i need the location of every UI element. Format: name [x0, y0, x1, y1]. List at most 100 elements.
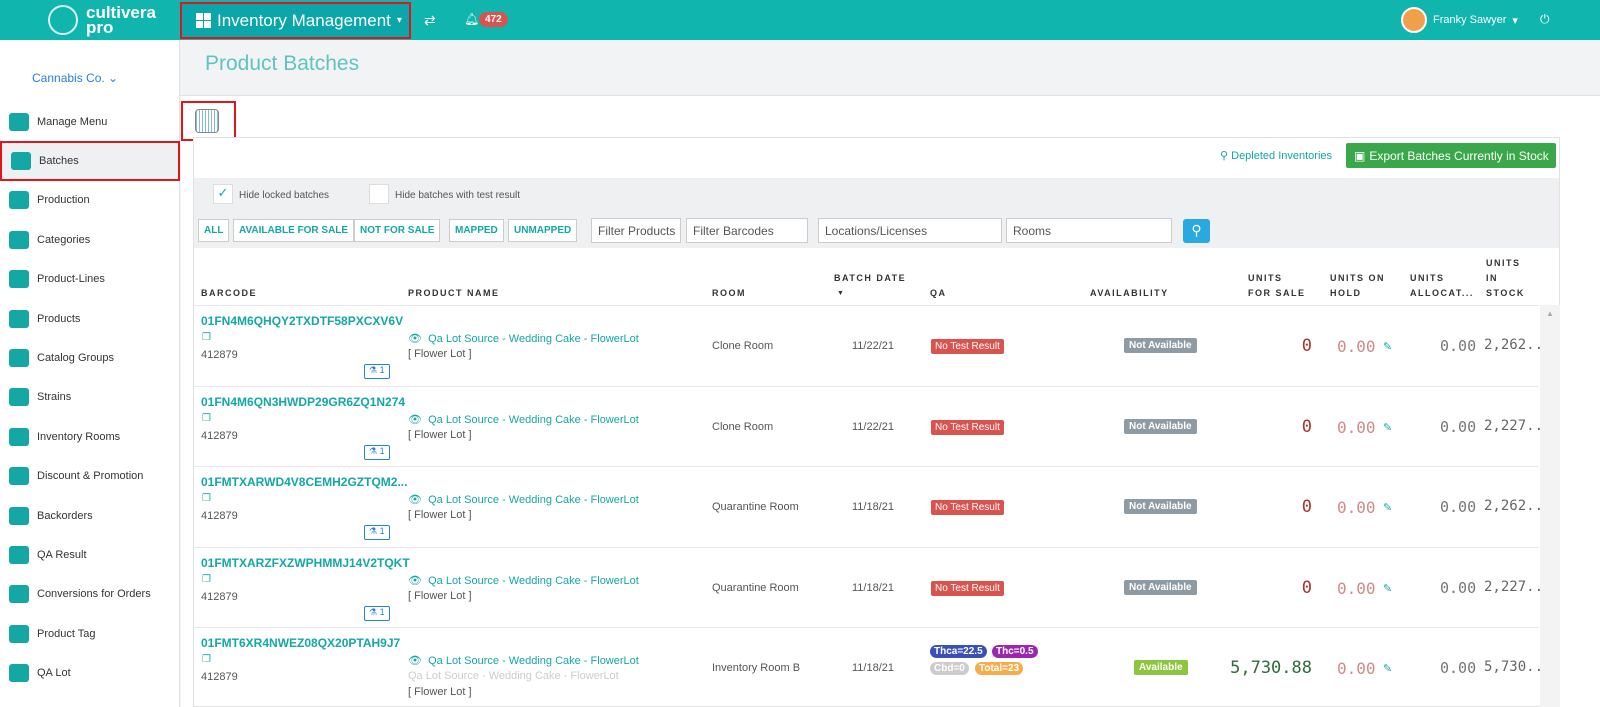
table-row[interactable]: 01FMTXARZFXZWPHMMJ14V2TQKT ❐ 412879 ⚗ 1 👁︎…: [194, 546, 1560, 627]
hide-locked-label: Hide locked batches: [239, 190, 330, 201]
qa-count-button[interactable]: ⚗ 1: [364, 605, 390, 621]
column-header[interactable]: BARCODE: [201, 286, 257, 301]
pencil-icon[interactable]: ✎: [1383, 662, 1392, 675]
sidebar-item-conversions-for-orders[interactable]: Conversions for Orders: [0, 575, 180, 614]
units-for-sale: 0: [1301, 577, 1312, 598]
sidebar-item-catalog-groups[interactable]: Catalog Groups: [0, 338, 180, 377]
sidebar-item-strains[interactable]: Strains: [0, 378, 180, 417]
hide-locked-checkbox[interactable]: ✓: [213, 184, 233, 204]
bell-icon[interactable]: 🔔︎: [464, 12, 479, 26]
hide-tested-checkbox[interactable]: [369, 184, 389, 204]
batch-date: 11/18/21: [852, 501, 895, 513]
copy-icon[interactable]: ❐: [202, 413, 211, 424]
product-name-link[interactable]: 👁︎ Qa Lot Source - Wedding Cake - Flower…: [408, 654, 639, 667]
user-menu[interactable]: Franky Sawyer ▾: [1401, 7, 1518, 33]
notification-badge[interactable]: 472: [479, 12, 508, 27]
filter-not-for-sale-button[interactable]: NOT FOR SALE: [354, 219, 441, 242]
qa-count-button[interactable]: ⚗ 1: [364, 525, 390, 540]
copy-icon[interactable]: ❐: [202, 654, 211, 665]
table-row[interactable]: 01FMT6XR4NWEZ08QX20PTAH9J7 ❐ 412879 👁︎ Qa…: [194, 627, 1560, 707]
product-name-link[interactable]: 👁︎ Qa Lot Source - Wedding Cake - Flower…: [408, 332, 639, 345]
filter-available-button[interactable]: AVAILABLE FOR SALE: [233, 219, 355, 242]
power-icon[interactable]: ⏻: [1540, 12, 1550, 27]
module-label: Inventory Management: [217, 10, 391, 30]
qa-result-pill: Total=23: [975, 662, 1024, 675]
copy-icon[interactable]: ❐: [202, 493, 211, 504]
flask-icon: ⚗: [369, 526, 378, 536]
batch-date: 11/18/21: [852, 662, 895, 674]
product-name-link[interactable]: 👁︎ Qa Lot Source - Wedding Cake - Flower…: [408, 493, 639, 506]
barcode-link[interactable]: 01FN4M6QHQY2TXDTF58PXCXV6V: [201, 314, 403, 328]
pencil-icon[interactable]: ✎: [1383, 501, 1392, 514]
column-header[interactable]: BATCH DATE: [834, 271, 906, 286]
sidebar-item-categories[interactable]: Categories: [0, 220, 180, 259]
column-header[interactable]: UNITS ON HOLD: [1330, 271, 1390, 301]
filter-all-button[interactable]: ALL: [198, 219, 230, 242]
qa-result-pill: Cbd=0: [930, 662, 969, 675]
sort-desc-icon[interactable]: ▼: [837, 286, 845, 301]
barcode-link[interactable]: 01FMT6XR4NWEZ08QX20PTAH9J7: [201, 636, 400, 650]
filter-products-input[interactable]: Filter Products: [591, 218, 681, 243]
units-allocated: 0.00: [1440, 578, 1477, 597]
table-row[interactable]: 01FN4M6QN3HWDP29GR6ZQ1N274 ❐ 412879 ⚗ 1 👁︎…: [194, 385, 1560, 466]
sidebar-item-qa-result[interactable]: QA Result: [0, 535, 180, 574]
logo-icon: [48, 5, 78, 35]
rooms-select[interactable]: Rooms: [1006, 218, 1172, 243]
batch-date: 11/18/21: [852, 581, 895, 594]
sidebar-item-inventory-rooms[interactable]: Inventory Rooms: [0, 417, 180, 456]
availability-badge: Available: [1134, 660, 1188, 675]
export-button[interactable]: ▣ Export Batches Currently in Stock: [1346, 143, 1556, 168]
product-name-link[interactable]: 👁︎ Qa Lot Source - Wedding Cake - Flower…: [408, 413, 639, 426]
locations-select[interactable]: Locations/Licenses: [818, 218, 1002, 243]
sidebar-item-label: Product Tag: [37, 627, 96, 640]
sidebar-item-qa-lot[interactable]: QA Lot: [0, 653, 180, 692]
copy-icon[interactable]: ❐: [202, 332, 211, 343]
units-allocated: 0.00: [1440, 659, 1477, 677]
column-header[interactable]: UNITS IN STOCK: [1486, 256, 1531, 301]
product-name-link[interactable]: 👁︎ Qa Lot Source - Wedding Cake - Flower…: [408, 574, 639, 587]
barcode-scan-button[interactable]: [181, 101, 236, 141]
column-header[interactable]: UNITS FOR SALE: [1248, 271, 1308, 301]
filter-barcodes-input[interactable]: Filter Barcodes: [686, 218, 808, 243]
sidebar-item-batches[interactable]: Batches: [0, 141, 180, 181]
column-header[interactable]: UNITS ALLOCAT...: [1410, 271, 1480, 301]
sidebar-item-backorders[interactable]: Backorders: [0, 496, 180, 535]
qa-count-button[interactable]: ⚗ 1: [364, 364, 390, 379]
table-row[interactable]: 01FN4M6QHQY2TXDTF58PXCXV6V ❐ 412879 ⚗ 1 👁︎…: [194, 305, 1560, 385]
room: Inventory Room B: [712, 662, 801, 674]
sidebar-item-product-tag[interactable]: Product Tag: [0, 614, 180, 653]
scrollbar[interactable]: ▲: [1540, 305, 1560, 707]
copy-icon[interactable]: ❐: [202, 574, 211, 585]
filter-unmapped-button[interactable]: UNMAPPED: [508, 219, 578, 242]
excel-icon: ▣: [1354, 148, 1366, 163]
module-selector[interactable]: Inventory Management ▾: [180, 2, 411, 39]
units-on-hold: 0.00: [1337, 417, 1376, 437]
filter-mapped-button[interactable]: MAPPED: [449, 219, 504, 242]
sidebar-item-discount-promotion[interactable]: Discount & Promotion: [0, 457, 180, 496]
sidebar-item-products[interactable]: Products: [0, 299, 180, 338]
column-header[interactable]: AVAILABILITY: [1090, 286, 1169, 301]
sidebar-item-product-lines[interactable]: Product-Lines: [0, 260, 180, 299]
pencil-icon[interactable]: ✎: [1383, 582, 1392, 595]
barcode-link[interactable]: 01FMTXARWD4V8CEMH2GZTQM2...: [201, 475, 407, 489]
search-button[interactable]: ⚲: [1183, 219, 1210, 243]
grid-icon: [196, 13, 211, 28]
qa-result-icon: [9, 545, 29, 564]
barcode-link[interactable]: 01FMTXARZFXZWPHMMJ14V2TQKT: [201, 556, 410, 570]
eye-icon: 👁︎: [408, 655, 422, 667]
discount-promotion-icon: [9, 467, 29, 486]
sidebar-item-production[interactable]: Production: [0, 181, 180, 220]
qa-count-button[interactable]: ⚗ 1: [364, 444, 390, 460]
depleted-inventories-link[interactable]: ⚲ Depleted Inventories: [1220, 149, 1332, 162]
table-row[interactable]: 01FMTXARWD4V8CEMH2GZTQM2... ❐ 412879 ⚗ 1 👁…: [194, 466, 1560, 546]
pencil-icon[interactable]: ✎: [1383, 340, 1392, 353]
sidebar-item-manage-menu[interactable]: Manage Menu: [0, 102, 180, 141]
column-header[interactable]: ROOM: [712, 286, 746, 301]
switch-icon[interactable]: ⇄: [424, 12, 436, 29]
company-selector[interactable]: Cannabis Co. ⌄: [32, 71, 118, 85]
column-header[interactable]: QA: [930, 286, 947, 301]
column-header[interactable]: PRODUCT NAME: [408, 286, 500, 301]
pencil-icon[interactable]: ✎: [1383, 421, 1392, 434]
barcode-link[interactable]: 01FN4M6QN3HWDP29GR6ZQ1N274: [201, 395, 405, 409]
cultivera-logo[interactable]: cultivera pro: [48, 4, 156, 36]
